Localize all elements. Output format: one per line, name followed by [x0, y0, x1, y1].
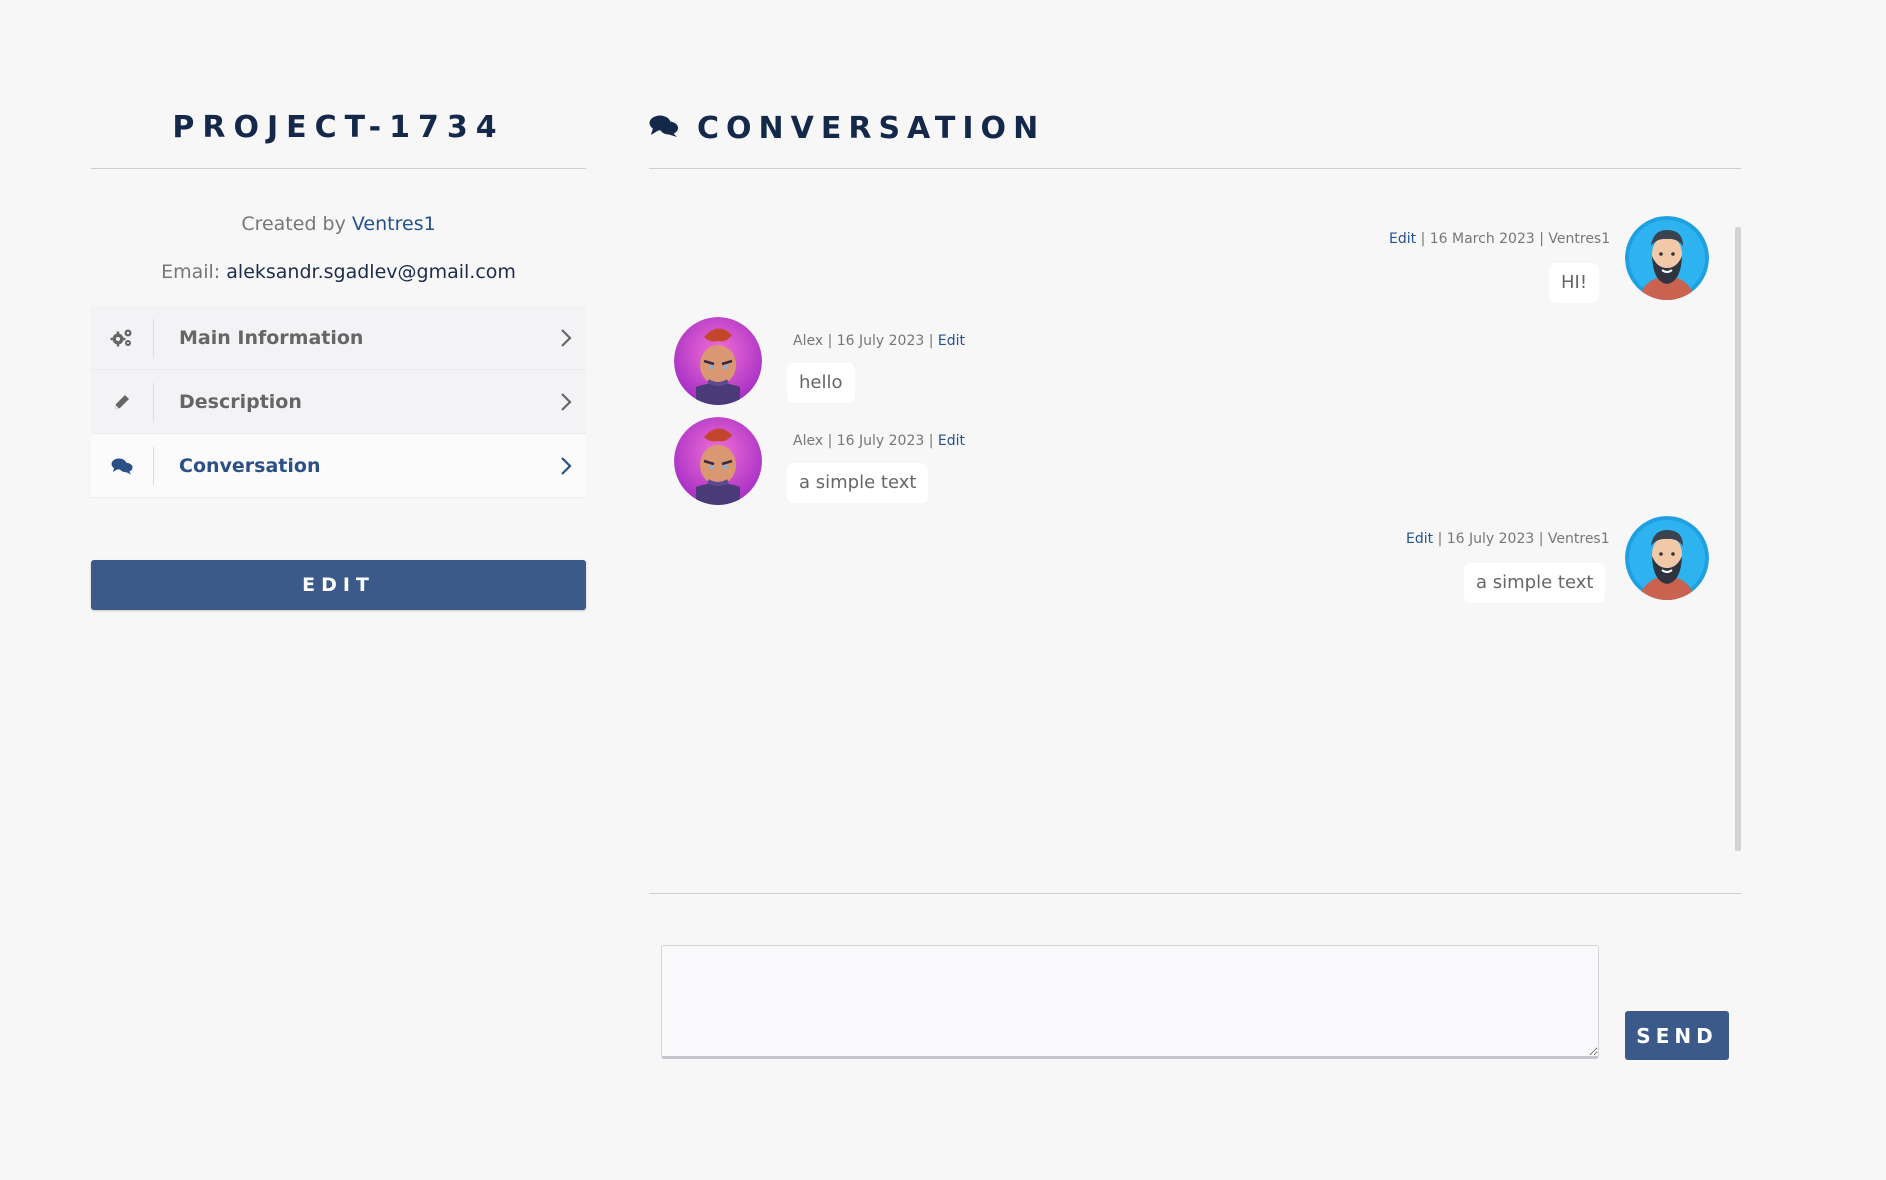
message-meta: Edit | 16 March 2023 | Ventres1 — [1389, 231, 1610, 247]
menu-item-description[interactable]: Description — [91, 370, 586, 434]
menu-item-label: Conversation — [179, 454, 321, 477]
comments-icon — [91, 457, 153, 475]
comments-icon — [649, 114, 679, 142]
meta-separator: | — [823, 333, 837, 349]
project-menu: Main Information Description Conversatio… — [91, 306, 586, 498]
divider — [91, 168, 586, 169]
creator-link[interactable]: Ventres1 — [352, 213, 436, 235]
message-input[interactable] — [661, 945, 1599, 1059]
edit-link[interactable]: Edit — [938, 433, 965, 449]
chevron-right-icon — [546, 391, 586, 413]
menu-item-label: Description — [179, 390, 302, 413]
meta-separator: | — [823, 433, 837, 449]
message-bubble: a simple text — [1464, 563, 1606, 603]
created-by-label: Created by — [241, 213, 346, 235]
pencil-icon — [91, 392, 153, 412]
email-label: Email: — [161, 261, 221, 283]
message-bubble: HI! — [1549, 263, 1600, 303]
meta-separator: | — [1433, 531, 1447, 547]
chevron-right-icon — [546, 455, 586, 477]
message-author: Ventres1 — [1547, 531, 1610, 547]
message-author: Ventres1 — [1548, 231, 1611, 247]
project-panel: PROJECT-1734 Created by Ventres1 Email: … — [91, 104, 586, 610]
message-date: 16 July 2023 — [836, 433, 925, 449]
meta-separator: | — [1534, 231, 1549, 247]
message-date: 16 March 2023 — [1429, 231, 1535, 247]
message-meta: Alex | 16 July 2023 | Edit — [793, 333, 965, 349]
conversation-header: CONVERSATION — [649, 104, 1741, 152]
menu-item-conversation[interactable]: Conversation — [91, 434, 586, 498]
project-title: PROJECT-1734 — [172, 110, 505, 145]
send-button[interactable]: SEND — [1625, 1011, 1729, 1060]
conversation-title: CONVERSATION — [697, 110, 1046, 146]
message-author: Alex — [793, 333, 824, 349]
avatar[interactable] — [674, 417, 762, 505]
email-line: Email: aleksandr.sgadlev@gmail.com — [91, 257, 586, 287]
meta-separator: | — [924, 433, 938, 449]
message-list: Edit | 16 March 2023 | Ventres1 HI! Alex… — [649, 169, 1741, 851]
message-meta: Edit | 16 July 2023 | Ventres1 — [1406, 531, 1610, 547]
avatar[interactable] — [1625, 216, 1709, 300]
message-date: 16 July 2023 — [1446, 531, 1535, 547]
scrollbar[interactable] — [1735, 227, 1741, 851]
email-value: aleksandr.sgadlev@gmail.com — [226, 261, 516, 283]
divider — [649, 893, 1741, 894]
edit-link[interactable]: Edit — [938, 333, 965, 349]
meta-separator: | — [1416, 231, 1430, 247]
menu-item-main-information[interactable]: Main Information — [91, 306, 586, 370]
meta-separator: | — [924, 333, 938, 349]
avatar[interactable] — [674, 317, 762, 405]
created-by: Created by Ventres1 — [91, 209, 586, 239]
chevron-right-icon — [546, 327, 586, 349]
message-bubble: hello — [787, 363, 855, 403]
conversation-panel: CONVERSATION Edit | 16 March 2023 | Vent… — [649, 104, 1741, 851]
gears-icon — [91, 328, 153, 348]
message-author: Alex — [793, 433, 824, 449]
avatar[interactable] — [1625, 516, 1709, 600]
menu-item-label: Main Information — [179, 326, 364, 349]
edit-link[interactable]: Edit — [1406, 531, 1433, 547]
edit-link[interactable]: Edit — [1389, 231, 1416, 247]
meta-separator: | — [1534, 531, 1548, 547]
edit-button[interactable]: EDIT — [91, 560, 586, 610]
message-bubble: a simple text — [787, 463, 929, 503]
message-meta: Alex | 16 July 2023 | Edit — [793, 433, 965, 449]
message-date: 16 July 2023 — [836, 333, 925, 349]
